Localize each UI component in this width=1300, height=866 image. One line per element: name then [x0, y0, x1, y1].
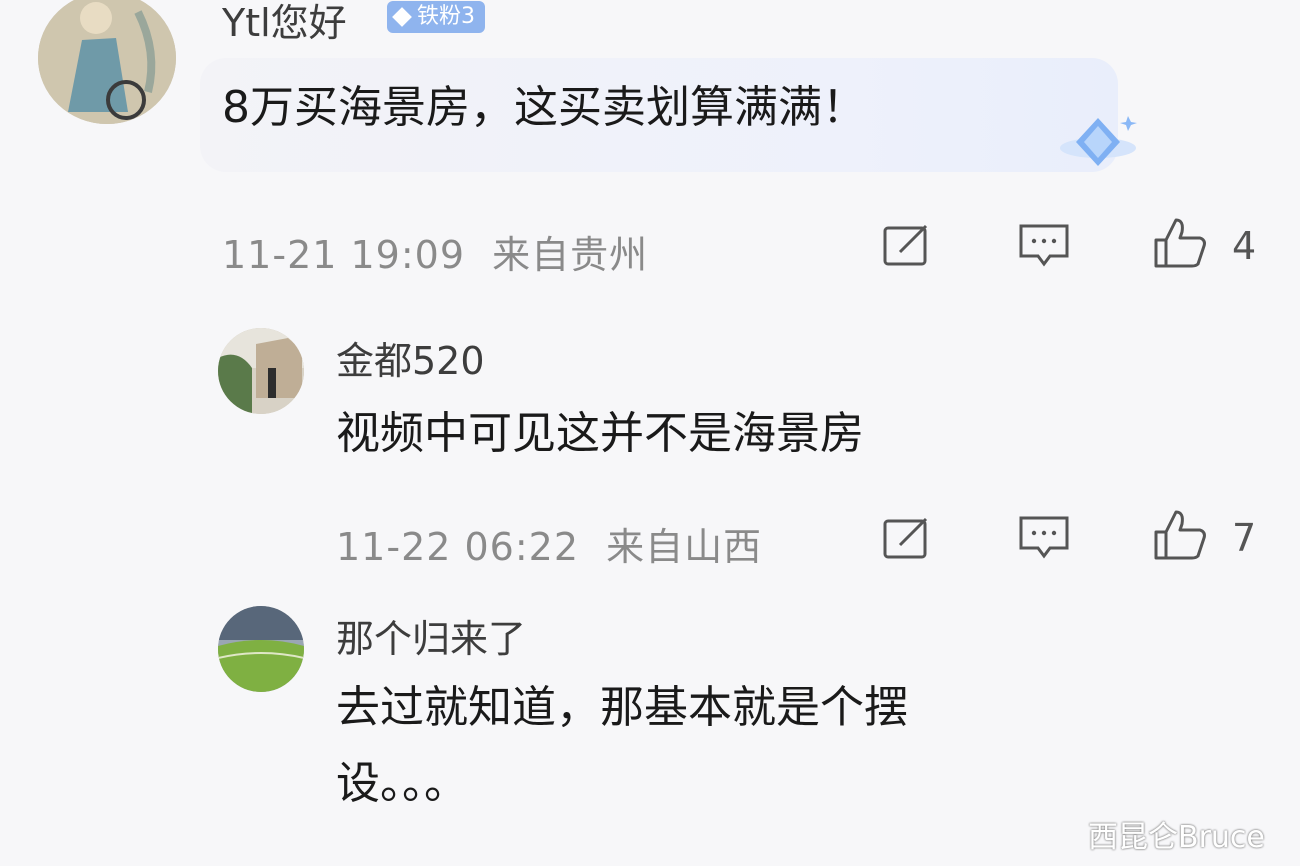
comment-page: Ytl您好 铁粉3 8万买海景房，这买卖划算满满！ 11-21 19:09 来自…	[0, 0, 1300, 866]
like-icon[interactable]	[1152, 508, 1208, 562]
comment-text-1: 8万买海景房，这买卖划算满满！	[222, 82, 866, 133]
username-nage[interactable]: 那个归来了	[336, 608, 526, 663]
avatar-nage[interactable]	[218, 606, 304, 692]
like-count: 7	[1232, 516, 1257, 560]
fan-level-badge: 铁粉3	[387, 1, 485, 33]
username-ytl[interactable]: Ytl您好	[222, 0, 347, 47]
username-jindu[interactable]: 金都520	[336, 330, 485, 385]
avatar-jindu[interactable]	[218, 328, 304, 414]
like-icon[interactable]	[1152, 216, 1208, 270]
location: 来自贵州	[492, 233, 649, 277]
edit-icon[interactable]	[882, 515, 932, 561]
comment-text-3-line2: 设。。。	[336, 758, 468, 809]
comment-meta-2: 11-22 06:22 来自山西	[336, 516, 762, 571]
comment-text-3-line1: 去过就知道，那基本就是个摆	[336, 682, 908, 733]
avatar-ytl[interactable]	[38, 0, 176, 124]
reply-icon[interactable]	[1018, 222, 1070, 270]
comment-meta-1: 11-21 19:09 来自贵州	[222, 224, 648, 279]
partial-meta-row: ▁▁▁▁▁▁▁▁▁▁	[336, 848, 628, 866]
timestamp: 11-22 06:22	[336, 525, 580, 569]
diamond-sticker-icon	[1052, 108, 1142, 178]
diamond-icon	[392, 7, 412, 27]
like-count: 4	[1232, 224, 1257, 268]
location: 来自山西	[606, 525, 763, 569]
timestamp: 11-21 19:09	[222, 233, 466, 277]
watermark: 西昆仑Bruce	[1088, 820, 1265, 855]
reply-icon[interactable]	[1018, 514, 1070, 562]
comment-text-2: 视频中可见这并不是海景房	[336, 408, 864, 459]
edit-icon[interactable]	[882, 222, 932, 268]
badge-label: 铁粉3	[417, 4, 475, 29]
